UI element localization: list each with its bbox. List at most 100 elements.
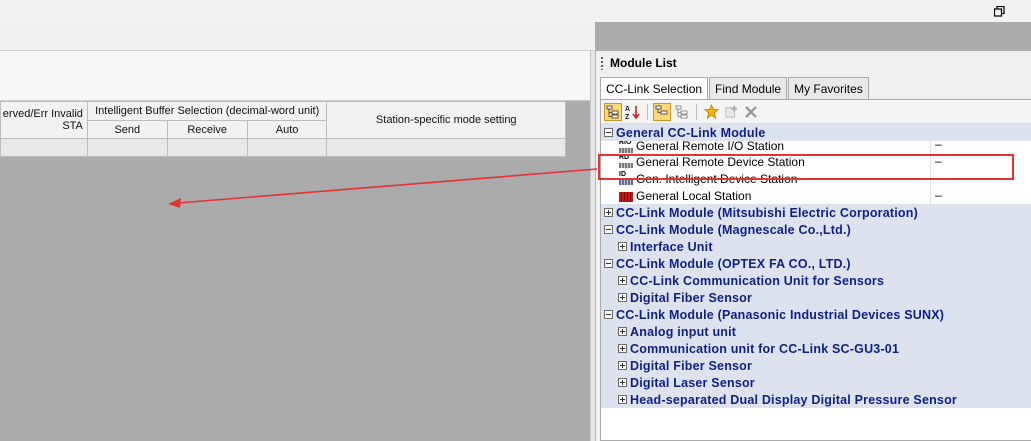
category-label: CC-Link Module (Panasonic Industrial Dev… <box>616 307 945 322</box>
panel-title-text: Module List <box>610 56 677 70</box>
subcategory-label: Head-separated Dual Display Digital Pres… <box>630 392 957 407</box>
station-icon <box>619 189 633 202</box>
tree-view-icon <box>606 105 619 118</box>
tab-cc-link-selection[interactable]: CC-Link Selection <box>600 77 709 100</box>
collapse-icon[interactable] <box>604 128 613 137</box>
panel-title: Module List <box>600 55 677 71</box>
svg-text:Z: Z <box>625 114 630 120</box>
grid-cell[interactable] <box>246 138 328 157</box>
expand-icon[interactable] <box>618 242 627 251</box>
module-item-label: General Remote Device Station <box>636 154 805 169</box>
station-icon-label: RIO <box>619 141 632 146</box>
category-label: CC-Link Module (Magnescale Co.,Ltd.) <box>616 222 851 237</box>
subcategory-row[interactable]: CC-Link Communication Unit for Sensors <box>601 272 1031 289</box>
station-settings-grid[interactable]: erved/Err Invalid STA Intelligent Buffer… <box>0 101 566 157</box>
module-item-value: – <box>930 170 942 187</box>
station-icon: RD <box>619 154 633 168</box>
subcategory-label: Digital Laser Sensor <box>630 375 755 390</box>
grid-empty-row[interactable] <box>0 138 566 157</box>
subcategory-label: Digital Fiber Sensor <box>630 358 753 373</box>
grid-cell[interactable] <box>0 138 88 157</box>
subcategory-label: Interface Unit <box>630 239 713 254</box>
expand-icon[interactable] <box>618 327 627 336</box>
module-item[interactable]: RD General Remote Device Station – <box>601 153 1031 170</box>
subcategory-label: Digital Fiber Sensor <box>630 290 753 305</box>
column-header-send[interactable]: Send <box>86 120 168 139</box>
subcategory-row[interactable]: Communication unit for CC-Link SC-GU3-01 <box>601 340 1031 357</box>
category-row[interactable]: CC-Link Module (Magnescale Co.,Ltd.) <box>601 221 1031 238</box>
tab-find-module[interactable]: Find Module <box>709 77 788 99</box>
module-item[interactable]: RIO General Remote I/O Station – <box>601 141 1031 153</box>
expand-icon[interactable] <box>618 276 627 285</box>
module-list-toolbar: A Z <box>601 100 1031 124</box>
station-icon: RIO <box>619 141 633 153</box>
folder-tree-icon <box>655 105 668 114</box>
category-row[interactable]: CC-Link Module (Panasonic Industrial Dev… <box>601 306 1031 323</box>
pane-header-area <box>0 51 590 101</box>
grid-cell[interactable] <box>166 138 248 157</box>
subcategory-label: CC-Link Communication Unit for Sensors <box>630 273 885 288</box>
grid-cell[interactable] <box>326 138 566 157</box>
list-tree-icon <box>675 105 688 118</box>
subcategory-row[interactable]: Interface Unit <box>601 238 1031 255</box>
subcategory-row[interactable]: Analog input unit <box>601 323 1031 340</box>
add-button[interactable] <box>722 103 740 121</box>
svg-text:A: A <box>625 106 630 113</box>
sort-button[interactable]: A Z <box>624 103 642 121</box>
category-label: General CC-Link Module <box>616 125 766 140</box>
add-icon <box>725 105 737 118</box>
station-icon-label: RD <box>619 154 630 161</box>
column-header-reserved-err-invalid-sta[interactable]: erved/Err Invalid STA <box>0 101 88 139</box>
add-favorite-button[interactable] <box>702 103 720 121</box>
category-label: CC-Link Module (OPTEX FA CO., LTD.) <box>616 256 851 271</box>
restore-window-button[interactable] <box>988 2 1010 20</box>
module-list-panel: Module List CC-Link Selection Find Modul… <box>595 51 1031 441</box>
collapse-icon[interactable] <box>604 310 613 319</box>
collapse-icon[interactable] <box>604 225 613 234</box>
subcategory-row[interactable]: Digital Fiber Sensor <box>601 289 1031 306</box>
module-item[interactable]: General Local Station – <box>601 187 1031 204</box>
restore-icon <box>993 5 1005 17</box>
category-row[interactable]: CC-Link Module (Mitsubishi Electric Corp… <box>601 204 1031 221</box>
column-header-auto[interactable]: Auto <box>246 120 328 139</box>
module-item-label: Gen. Intelligent Device Station <box>636 171 798 186</box>
collapse-icon[interactable] <box>604 259 613 268</box>
module-item-label: General Remote I/O Station <box>636 141 785 153</box>
grid-cell[interactable] <box>86 138 168 157</box>
title-bar <box>0 0 1031 22</box>
station-icon-label: ID <box>619 171 626 178</box>
expand-icon[interactable] <box>618 361 627 370</box>
subcategory-row[interactable]: Head-separated Dual Display Digital Pres… <box>601 391 1031 408</box>
expand-icon[interactable] <box>604 208 613 217</box>
tab-my-favorites[interactable]: My Favorites <box>788 77 869 99</box>
sort-az-icon: A Z <box>625 105 640 120</box>
module-list-tabs: CC-Link Selection Find Module My Favorit… <box>600 77 870 100</box>
delete-button[interactable] <box>742 103 760 121</box>
module-list-content: A Z General CC-Link Module RIO General R… <box>600 99 1031 441</box>
expand-icon[interactable] <box>618 395 627 404</box>
station-settings-pane: erved/Err Invalid STA Intelligent Buffer… <box>0 51 590 441</box>
category-row[interactable]: General CC-Link Module <box>601 124 1031 141</box>
expand-icon[interactable] <box>618 344 627 353</box>
column-header-intelligent-buffer[interactable]: Intelligent Buffer Selection (decimal-wo… <box>86 101 328 121</box>
delete-icon <box>745 105 757 118</box>
category-row[interactable]: CC-Link Module (OPTEX FA CO., LTD.) <box>601 255 1031 272</box>
category-label: CC-Link Module (Mitsubishi Electric Corp… <box>616 205 918 220</box>
column-header-receive[interactable]: Receive <box>166 120 248 139</box>
subcategory-label: Communication unit for CC-Link SC-GU3-01 <box>630 341 900 356</box>
window: erved/Err Invalid STA Intelligent Buffer… <box>0 0 1031 441</box>
module-item[interactable]: ID Gen. Intelligent Device Station – <box>601 170 1031 187</box>
panel-grip-icon[interactable] <box>600 56 604 70</box>
column-header-station-specific-mode[interactable]: Station-specific mode setting <box>326 101 566 139</box>
station-icon: ID <box>619 171 633 185</box>
category-view-button[interactable] <box>604 102 622 121</box>
expand-icon[interactable] <box>618 293 627 302</box>
star-icon <box>703 104 719 119</box>
subcategory-row[interactable]: Digital Laser Sensor <box>601 374 1031 391</box>
collapse-view-button[interactable] <box>673 103 691 121</box>
module-item-value: – <box>930 153 942 170</box>
module-tree: General CC-Link Module RIO General Remote … <box>601 124 1031 408</box>
expand-icon[interactable] <box>618 378 627 387</box>
expand-view-button[interactable] <box>653 102 671 121</box>
subcategory-row[interactable]: Digital Fiber Sensor <box>601 357 1031 374</box>
